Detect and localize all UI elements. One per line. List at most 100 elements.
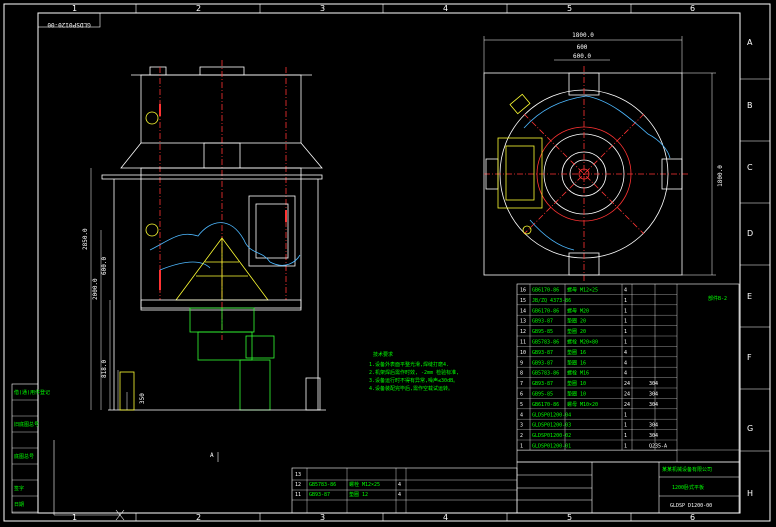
parts-row-material: 304 xyxy=(649,423,658,429)
parts-row-qty: 1 xyxy=(624,433,627,439)
small-row-code: GB5783-86 xyxy=(309,482,336,488)
dim-height-d: 350 xyxy=(139,393,146,404)
parts-row-material: 304 xyxy=(649,392,658,398)
parts-row-qty: 1 xyxy=(624,329,627,335)
parts-row-material: 304 xyxy=(649,381,658,387)
parts-row-code: GB93-87 xyxy=(532,360,553,366)
parts-row-name: 垫圈 16 xyxy=(567,349,586,356)
parts-row-name: 垫圈 20 xyxy=(567,318,586,325)
parts-row-name: 螺母 M12×25 xyxy=(567,287,598,294)
zone-v-h: H xyxy=(747,489,753,498)
cad-drawing: 1 2 3 4 5 6 1 2 3 4 5 6 A B C D E F G H … xyxy=(3,3,771,522)
parts-row-code: JB/ZQ 4373-86 xyxy=(532,298,571,304)
small-row-qty: 4 xyxy=(398,492,401,498)
parts-row-qty: 1 xyxy=(624,319,627,325)
section-label: A xyxy=(210,452,214,459)
parts-row-code: GB6170-86 xyxy=(532,288,559,294)
parts-row-qty: 1 xyxy=(624,308,627,314)
strip-row-label: 底图总号 xyxy=(14,453,34,460)
tech-note-4: 4.设备装配完毕后,需作空载试运转。 xyxy=(369,385,453,392)
zone-hb-3: 3 xyxy=(320,513,325,522)
parts-row-qty: 24 xyxy=(624,392,630,398)
parts-row-no: 12 xyxy=(520,329,526,335)
small-row-no: 13 xyxy=(295,472,301,478)
tech-note-2: 2.机架焊后需作时效, -2mm 检验标准, xyxy=(369,369,459,376)
parts-row-name: 垫圈 10 xyxy=(567,380,586,387)
parts-row-code: GB95-85 xyxy=(532,392,553,398)
corner-code: GLDSP0120-00 xyxy=(47,21,91,28)
parts-row-code: GB93-87 xyxy=(532,319,553,325)
zone-v-c: C xyxy=(747,163,753,172)
parts-row-qty: 24 xyxy=(624,402,630,408)
parts-row-material: 304 xyxy=(649,402,658,408)
parts-row-material: Q235-A xyxy=(649,444,667,450)
parts-row-no: 2 xyxy=(520,433,523,439)
zone-h-6: 6 xyxy=(690,4,695,13)
parts-row-no: 8 xyxy=(520,371,523,377)
parts-row-code: GB6170-86 xyxy=(532,308,559,314)
title-drawing-no: GLDSP D1200-00 xyxy=(670,503,712,509)
dim-inner-width: 600 xyxy=(577,44,588,51)
parts-row-code: GB93-87 xyxy=(532,350,553,356)
dim-inner-sub: 600.0 xyxy=(573,53,591,60)
front-elevation xyxy=(101,60,326,411)
parts-row-code: GB5783-86 xyxy=(532,371,559,377)
parts-row-no: 4 xyxy=(520,412,523,418)
zone-v-b: B xyxy=(747,101,753,110)
dim-height-c: 818.0 xyxy=(101,360,108,378)
parts-row-no: 15 xyxy=(520,298,526,304)
parts-row-no: 5 xyxy=(520,402,523,408)
parts-row-name: 螺栓 M20×80 xyxy=(567,339,598,346)
strip-row-label: 日期 xyxy=(14,502,24,508)
zone-v-f: F xyxy=(747,353,752,362)
dim-height-b: 600.0 xyxy=(101,257,108,275)
parts-row-code: GB95-85 xyxy=(532,329,553,335)
parts-row-no: 7 xyxy=(520,381,523,387)
parts-row-qty: 1 xyxy=(624,340,627,346)
parts-row-name: 垫圈 10 xyxy=(567,391,586,398)
tech-note-3: 3.设备运行时不得有异常,噪声≤30dB。 xyxy=(369,377,458,384)
parts-row-no: 13 xyxy=(520,319,526,325)
zone-hb-5: 5 xyxy=(567,513,572,522)
small-parts-table: 13 12 GB5783-86 螺栓 M12×25 4 11 GB93-87 垫圈 12 4 xyxy=(291,467,518,514)
parts-row-qty: 24 xyxy=(624,381,630,387)
parts-row-no: 1 xyxy=(520,444,523,450)
zone-ticks xyxy=(135,4,770,521)
strip-row-label: 借(通)用件登记 xyxy=(14,389,50,396)
zone-v-g: G xyxy=(747,424,753,433)
small-row-no: 12 xyxy=(295,482,301,488)
parts-row-qty: 4 xyxy=(624,288,627,294)
zone-h-4: 4 xyxy=(443,4,448,13)
small-row-no: 11 xyxy=(295,492,301,498)
parts-row-no: 9 xyxy=(520,360,523,366)
parts-row-qty: 4 xyxy=(624,360,627,366)
parts-row-qty: 1 xyxy=(624,412,627,418)
strip-row-label: 签字 xyxy=(14,485,24,492)
small-row-code: GB93-87 xyxy=(309,492,330,498)
zone-v-d: D xyxy=(747,229,753,238)
parts-row-no: 3 xyxy=(520,423,523,429)
ucs-icon xyxy=(53,440,125,521)
zone-h-2: 2 xyxy=(196,4,201,13)
zone-h-1: 1 xyxy=(72,4,77,13)
parts-row-name: 垫圈 20 xyxy=(567,328,586,335)
zone-hb-6: 6 xyxy=(690,513,695,522)
parts-row-code: GLDSP01200-02 xyxy=(532,433,571,439)
parts-row-qty: 1 xyxy=(624,444,627,450)
parts-list: 16 GB6170-86 螺母 M12×25 415 JB/ZQ 4373-86 114 G… xyxy=(516,283,740,463)
parts-row-name: 螺母 M20 xyxy=(567,307,589,314)
zone-hb-1: 1 xyxy=(72,513,77,522)
parts-row-no: 6 xyxy=(520,392,523,398)
zone-v-a: A xyxy=(747,38,753,47)
parts-row-no: 10 xyxy=(520,350,526,356)
parts-row-code: GLDSP01200-03 xyxy=(532,423,571,429)
zone-hb-4: 4 xyxy=(443,513,448,522)
title-company: 某某机械设备有限公司 xyxy=(662,466,712,473)
parts-row-no: 11 xyxy=(520,340,526,346)
parts-row-qty: 4 xyxy=(624,371,627,377)
title-drawing-name: 1200卧式平板 xyxy=(672,484,704,491)
drawing-frame xyxy=(37,12,741,514)
parts-row-code: GB6170-86 xyxy=(532,402,559,408)
parts-row-code: GB5783-86 xyxy=(532,340,559,346)
parts-row-code: GLDSP01200-01 xyxy=(532,444,571,450)
